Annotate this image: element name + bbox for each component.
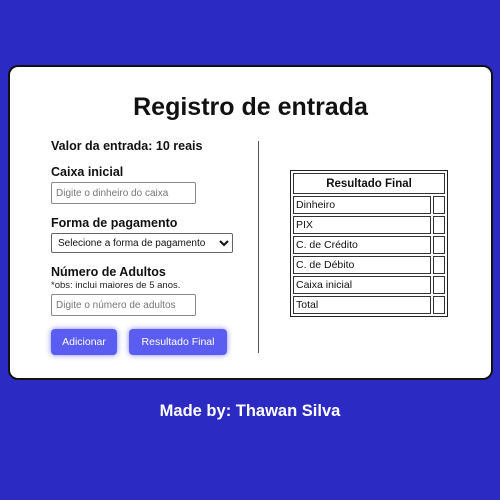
footer-credit: Made by: Thawan Silva (159, 402, 341, 420)
row-label-dinheiro: Dinheiro (293, 196, 431, 214)
row-value-cell (433, 216, 445, 234)
add-button[interactable]: Adicionar (51, 329, 117, 355)
entrada-value-text: Valor da entrada: 10 reais (51, 139, 203, 153)
adultos-note: *obs: inclui maiores de 5 anos. (51, 280, 181, 291)
result-table: Resultado Final Dinheiro PIX C. de Crédi… (290, 170, 448, 317)
table-row: C. de Débito (293, 256, 445, 274)
caixa-label: Caixa inicial (51, 165, 124, 179)
table-row: Dinheiro (293, 196, 445, 214)
row-value-cell (433, 276, 445, 294)
table-row: C. de Crédito (293, 236, 445, 254)
page-title: Registro de entrada (133, 93, 368, 121)
row-label-credito: C. de Crédito (293, 236, 431, 254)
row-value-cell (433, 236, 445, 254)
table-row: PIX (293, 216, 445, 234)
adultos-label: Número de Adultos (51, 265, 166, 279)
pagamento-select[interactable]: Selecione a forma de pagamento (51, 233, 233, 253)
result-button[interactable]: Resultado Final (129, 329, 227, 355)
row-value-cell (433, 256, 445, 274)
button-row: Adicionar Resultado Final (51, 329, 227, 355)
table-header: Resultado Final (293, 173, 445, 194)
main-card: Registro de entrada Valor da entrada: 10… (8, 65, 493, 380)
table-row: Caixa inicial (293, 276, 445, 294)
row-value-cell (433, 196, 445, 214)
row-label-pix: PIX (293, 216, 431, 234)
adultos-input[interactable] (51, 294, 196, 316)
row-label-caixa-inicial: Caixa inicial (293, 276, 431, 294)
form-section: Valor da entrada: 10 reais Caixa inicial… (51, 139, 251, 316)
row-value-cell (433, 296, 445, 314)
vertical-divider (258, 141, 259, 353)
row-label-total: Total (293, 296, 431, 314)
table-header-row: Resultado Final (293, 173, 445, 194)
table-row: Total (293, 296, 445, 314)
pagamento-label: Forma de pagamento (51, 216, 178, 230)
caixa-input[interactable] (51, 182, 196, 204)
row-label-debito: C. de Débito (293, 256, 431, 274)
